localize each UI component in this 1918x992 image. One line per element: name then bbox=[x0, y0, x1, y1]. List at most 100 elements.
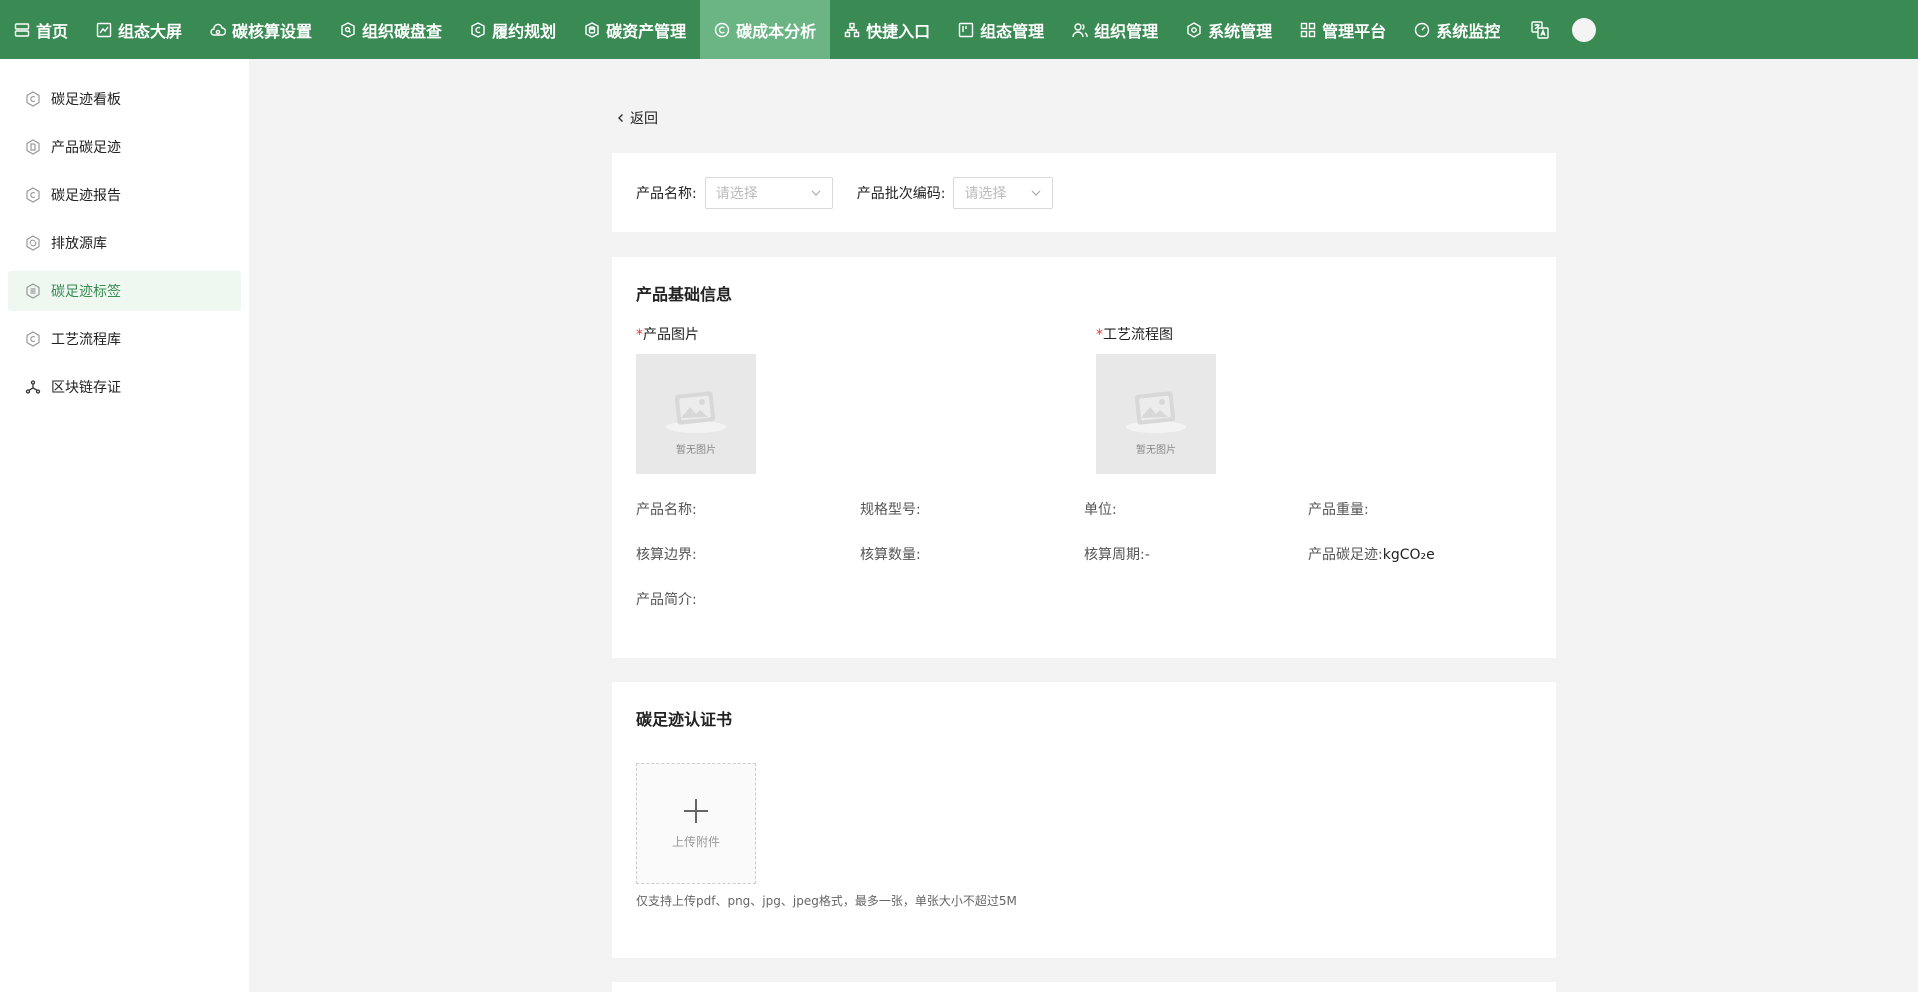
nav-item-label: 系统管理 bbox=[1208, 21, 1273, 41]
nav-item-compliance[interactable]: 履约规划 bbox=[456, 0, 570, 59]
sidebar-item-process-library[interactable]: 工艺流程库 bbox=[8, 319, 241, 359]
upload-hint: 仅支持上传pdf、png、jpg、jpeg格式，最多一张，单张大小不超过5M bbox=[636, 894, 1017, 908]
nav-item-label: 快捷入口 bbox=[866, 21, 931, 41]
chart-icon bbox=[96, 22, 112, 38]
top-nav: 首页 组态大屏 碳核算设置 组织碳盘查 履约规划 碳资产管理 碳成本分析 快捷入… bbox=[0, 0, 1918, 59]
nav-item-label: 组织碳盘查 bbox=[362, 21, 443, 41]
hex-c-icon bbox=[25, 91, 41, 107]
sidebar-item-label: 碳足迹看板 bbox=[51, 92, 121, 108]
nav-item-label: 组织管理 bbox=[1094, 21, 1159, 41]
nav-item-label: 碳核算设置 bbox=[232, 21, 313, 41]
sidebar-item-label: 碳足迹报告 bbox=[51, 188, 121, 204]
plus-icon bbox=[684, 799, 708, 823]
field-product-name: 产品名称: bbox=[636, 502, 697, 518]
nav-item-monitor[interactable]: 系统监控 bbox=[1400, 0, 1514, 59]
copyright-circle-icon bbox=[714, 22, 730, 38]
product-name-label: 产品名称: bbox=[636, 185, 697, 202]
sidebar-item-emission-sources[interactable]: 排放源库 bbox=[8, 223, 241, 263]
back-link[interactable]: 返回 bbox=[616, 108, 658, 128]
sidebar-item-footprint-label[interactable]: 碳足迹标签 bbox=[8, 271, 241, 311]
sidebar-item-label: 排放源库 bbox=[51, 236, 107, 252]
nav-item-carbon-assets[interactable]: 碳资产管理 bbox=[570, 0, 700, 59]
hex-doc-icon bbox=[25, 139, 41, 155]
required-mark: * bbox=[636, 327, 643, 343]
database-shield-icon bbox=[584, 21, 600, 38]
nav-item-label: 碳资产管理 bbox=[606, 21, 687, 41]
nav-item-label: 组态管理 bbox=[980, 21, 1045, 41]
sidebar-item-label: 产品碳足迹 bbox=[51, 140, 121, 156]
upload-caption: 上传附件 bbox=[671, 835, 720, 849]
nav-item-platform[interactable]: 管理平台 bbox=[1286, 0, 1400, 59]
chevron-left-icon bbox=[616, 113, 626, 123]
batch-code-label: 产品批次编码: bbox=[856, 185, 946, 202]
nav-item-label: 系统监控 bbox=[1436, 21, 1501, 41]
image-placeholder-icon bbox=[1126, 391, 1186, 433]
section-title: 产品基础信息 bbox=[636, 285, 733, 304]
nav-item-carbon-settings[interactable]: 碳核算设置 bbox=[196, 0, 326, 59]
hierarchy-icon bbox=[844, 22, 860, 38]
required-mark: * bbox=[1096, 327, 1103, 343]
nav-item-label: 组态大屏 bbox=[118, 21, 183, 41]
sidebar-item-blockchain[interactable]: 区块链存证 bbox=[8, 367, 241, 407]
sidebar-item-label: 工艺流程库 bbox=[51, 332, 121, 348]
avatar[interactable] bbox=[1572, 17, 1597, 42]
certificate-card: 碳足迹认证书 上传附件 仅支持上传pdf、png、jpg、jpeg格式，最多一张… bbox=[612, 682, 1556, 958]
product-name-select[interactable]: 请选择 bbox=[704, 176, 833, 209]
field-product-weight: 产品重量: bbox=[1308, 502, 1369, 518]
sidebar-item-footprint-report[interactable]: 碳足迹报告 bbox=[8, 175, 241, 215]
field-quantity: 核算数量: bbox=[860, 547, 921, 563]
hex-list-icon bbox=[25, 283, 41, 299]
nav-item-dashboard[interactable]: 组态大屏 bbox=[82, 0, 196, 59]
chevron-down-icon bbox=[810, 187, 822, 199]
gear-icon bbox=[1186, 21, 1202, 38]
hex-recycle-icon bbox=[25, 235, 41, 251]
field-spec-model: 规格型号: bbox=[860, 502, 921, 518]
nav-item-label: 碳成本分析 bbox=[736, 21, 817, 41]
field-footprint: 产品碳足迹:kgCO₂e bbox=[1308, 544, 1435, 564]
next-card bbox=[612, 982, 1556, 992]
hex-c-icon bbox=[25, 331, 41, 347]
product-name-placeholder: 请选择 bbox=[715, 185, 758, 202]
nav-item-label: 管理平台 bbox=[1322, 21, 1387, 41]
image-placeholder-icon bbox=[666, 391, 726, 433]
product-info-card: 产品基础信息 *产品图片 暂无图片 *工艺流程图 暂无图片 产品名称: 规格型号… bbox=[612, 257, 1556, 658]
field-intro: 产品简介: bbox=[636, 592, 697, 608]
nav-item-org-mgmt[interactable]: 组织管理 bbox=[1058, 0, 1172, 59]
nav-item-org-inventory[interactable]: 组织碳盘查 bbox=[326, 0, 456, 59]
process-image-label: *工艺流程图 bbox=[1096, 324, 1173, 344]
nav-item-label: 首页 bbox=[36, 21, 69, 41]
field-footprint-label: 产品碳足迹: bbox=[1308, 547, 1383, 563]
sidebar-item-product-footprint[interactable]: 产品碳足迹 bbox=[8, 127, 241, 167]
users-icon bbox=[1072, 22, 1088, 38]
section-title: 碳足迹认证书 bbox=[636, 710, 733, 729]
field-footprint-unit: kgCO₂e bbox=[1382, 547, 1435, 563]
nav-item-system-mgmt[interactable]: 系统管理 bbox=[1172, 0, 1286, 59]
nav-item-label: 履约规划 bbox=[492, 21, 557, 41]
home-icon bbox=[14, 22, 30, 38]
copyright-shield-icon bbox=[470, 21, 486, 38]
process-image-placeholder: 暂无图片 bbox=[1096, 354, 1216, 474]
nav-item-shortcuts[interactable]: 快捷入口 bbox=[830, 0, 944, 59]
nav-item-config-mgmt[interactable]: 组态管理 bbox=[944, 0, 1058, 59]
nav-item-carbon-cost[interactable]: 碳成本分析 bbox=[700, 0, 831, 59]
filter-card: 产品名称: 请选择 产品批次编码: 请选择 bbox=[612, 153, 1556, 232]
no-image-caption: 暂无图片 bbox=[1136, 445, 1176, 456]
chevron-down-icon bbox=[1030, 187, 1042, 199]
product-image-placeholder: 暂无图片 bbox=[636, 354, 756, 474]
batch-code-placeholder: 请选择 bbox=[964, 185, 1007, 202]
grid-icon bbox=[1300, 22, 1316, 38]
gauge-icon bbox=[1414, 22, 1430, 38]
upload-attachment-button[interactable]: 上传附件 bbox=[636, 763, 756, 884]
sidebar-item-label: 碳足迹标签 bbox=[51, 284, 121, 300]
translate-icon[interactable] bbox=[1530, 20, 1550, 40]
hex-c-icon bbox=[25, 187, 41, 203]
sidebar-item-footprint-dashboard[interactable]: 碳足迹看板 bbox=[8, 79, 241, 119]
product-image-label-text: 产品图片 bbox=[643, 327, 699, 343]
process-image-label-text: 工艺流程图 bbox=[1103, 327, 1173, 343]
sidebar-item-label: 区块链存证 bbox=[51, 380, 121, 396]
cloud-icon bbox=[210, 22, 227, 38]
search-shield-icon bbox=[340, 21, 356, 38]
batch-code-select[interactable]: 请选择 bbox=[953, 176, 1054, 209]
nav-item-home[interactable]: 首页 bbox=[0, 0, 82, 59]
sidebar: 碳足迹看板 产品碳足迹 碳足迹报告 排放源库 碳足迹标签 工艺流程库 区块链存证 bbox=[0, 59, 249, 992]
